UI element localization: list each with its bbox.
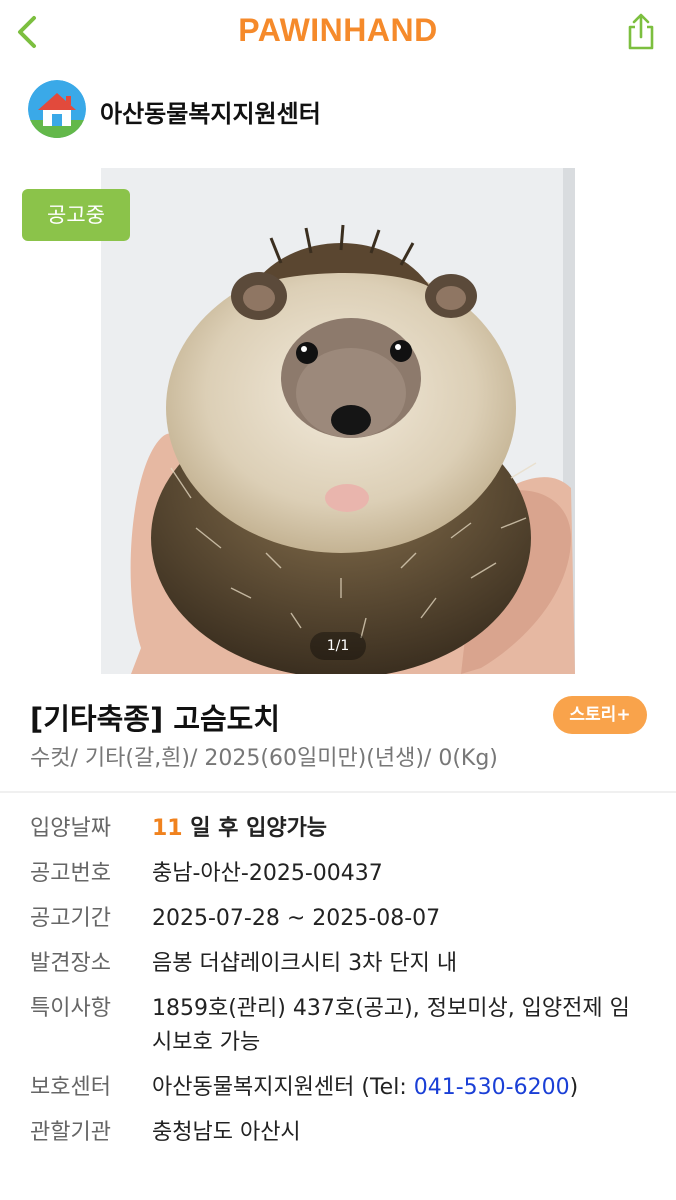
shelter-name: 아산동물복지지원센터 (100, 100, 321, 128)
adoption-days-text: 일 후 입양가능 (182, 816, 328, 841)
row-adoption-date: 입양날짜 11 일 후 입양가능 (30, 812, 650, 846)
hedgehog-image (101, 168, 575, 674)
story-button[interactable]: 스토리+ (553, 696, 647, 734)
status-badge: 공고중 (22, 189, 130, 241)
shelter-center-label: 보호센터 (30, 1075, 111, 1100)
adoption-days: 11 (152, 816, 183, 841)
row-jurisdiction: 관할기관 충청남도 아산시 (30, 1116, 650, 1150)
photo-counter: 1/1 (310, 632, 366, 660)
top-bar: PAWINHAND (0, 0, 676, 66)
share-button[interactable] (624, 12, 658, 52)
detail-table: 입양날짜 11 일 후 입양가능 공고번호 충남-아산-2025-00437 공… (30, 812, 650, 1161)
special-notes-value: 1859호(관리) 437호(공고), 정보미상, 입양전제 임시보호 가능 (152, 996, 630, 1055)
shelter-center-name: 아산동물복지지원센터 (Tel: (152, 1075, 414, 1100)
notice-number-label: 공고번호 (30, 861, 111, 886)
notice-number-value: 충남-아산-2025-00437 (152, 861, 383, 886)
special-notes-label: 특이사항 (30, 996, 111, 1021)
shelter-center-suffix: ) (569, 1075, 579, 1100)
found-place-value: 음봉 더샵레이크시티 3차 단지 내 (152, 951, 458, 976)
animal-title: [기타축종] 고슴도치 (30, 702, 281, 736)
app-logo: PAWINHAND (238, 12, 438, 48)
row-shelter-center: 보호센터 아산동물복지지원센터 (Tel: 041-530-6200) (30, 1071, 650, 1105)
house-avatar-icon (28, 80, 86, 138)
share-icon (628, 13, 654, 50)
animal-summary: 수컷/ 기타(갈,흰)/ 2025(60일미만)(년생)/ 0(Kg) (30, 746, 498, 771)
jurisdiction-value: 충청남도 아산시 (152, 1120, 301, 1145)
notice-period-value: 2025-07-28 ~ 2025-08-07 (152, 906, 441, 931)
shelter-header[interactable]: 아산동물복지지원센터 (28, 80, 648, 140)
shelter-phone-link[interactable]: 041-530-6200 (414, 1075, 570, 1100)
shelter-center-value: 아산동물복지지원센터 (Tel: 041-530-6200) (152, 1071, 642, 1105)
adoption-date-value: 11 일 후 입양가능 (152, 812, 642, 846)
row-found-place: 발견장소 음봉 더샵레이크시티 3차 단지 내 (30, 947, 650, 981)
notice-period-label: 공고기간 (30, 906, 111, 931)
row-special-notes: 특이사항 1859호(관리) 437호(공고), 정보미상, 입양전제 임시보호… (30, 992, 650, 1060)
row-notice-period: 공고기간 2025-07-28 ~ 2025-08-07 (30, 902, 650, 936)
jurisdiction-label: 관할기관 (30, 1120, 111, 1145)
divider (0, 791, 676, 793)
animal-photo[interactable] (101, 168, 575, 674)
found-place-label: 발견장소 (30, 951, 111, 976)
adoption-date-label: 입양날짜 (30, 816, 111, 841)
row-notice-number: 공고번호 충남-아산-2025-00437 (30, 857, 650, 891)
